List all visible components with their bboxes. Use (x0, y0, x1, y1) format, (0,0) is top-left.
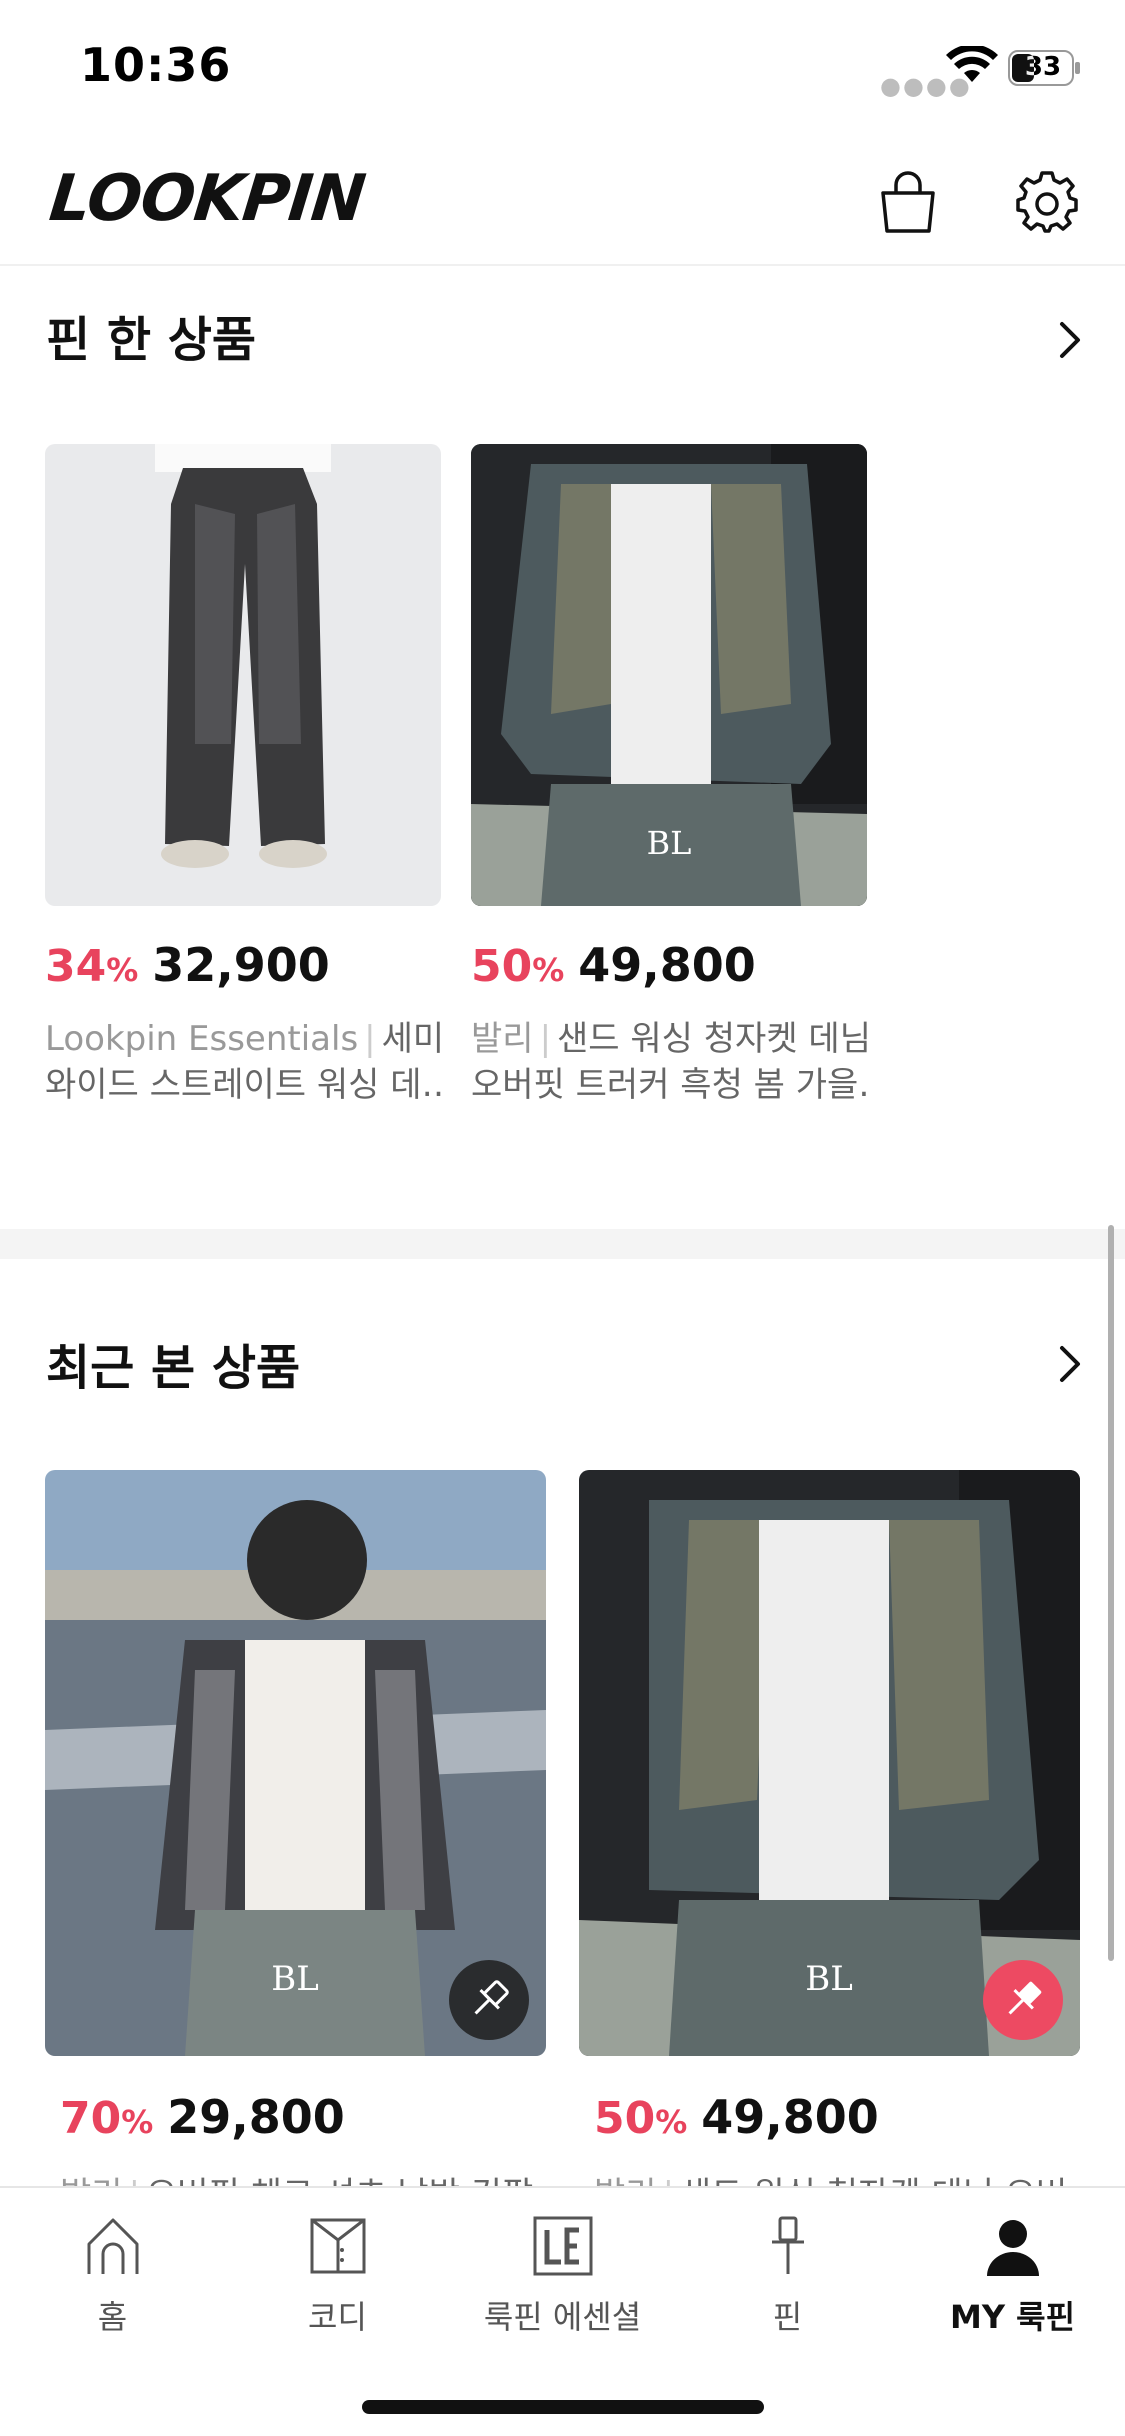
tab-codi[interactable]: 코디 (225, 2214, 450, 2354)
price: 49,800 (578, 938, 756, 992)
product-name: 오버핏 체크 셔츠 남방 긴팔 (146, 2175, 533, 2186)
product-image[interactable] (45, 444, 441, 906)
tab-lookpin-essentials[interactable]: 룩핀 에센셜 (450, 2214, 675, 2354)
price: 29,800 (167, 2090, 345, 2144)
tab-pin[interactable]: 핀 (675, 2214, 900, 2354)
chevron-right-icon[interactable] (1048, 318, 1092, 362)
discount-rate: 70 (60, 2093, 122, 2144)
brand-name: 발리 (471, 1019, 534, 1059)
section-divider (0, 1229, 1125, 1259)
discount-percent-sign: % (106, 951, 139, 989)
pin-toggle-button-active[interactable] (983, 1960, 1063, 2040)
pin-icon (1008, 1981, 1042, 2015)
profile-icon (986, 2220, 1039, 2276)
battery-level: 33 (1024, 52, 1062, 82)
le-logo-icon (533, 2216, 592, 2276)
cart-button[interactable] (868, 162, 948, 242)
product-card[interactable]: 34% 32,900 Lookpin Essentials | 세미 와이드 스트레이… (45, 444, 445, 1124)
tab-label: 홈 (97, 2298, 128, 2336)
scrollbar[interactable] (1108, 1225, 1114, 1961)
price: 49,800 (701, 2090, 879, 2144)
product-name: 샌드 워싱 청자켓 데님 오버 (680, 2175, 1067, 2186)
product-card[interactable]: BL 70% 29,800 발리|오버핏 체크 셔츠 남방 긴팔 (45, 1470, 546, 2186)
tab-home[interactable]: 홈 (0, 2214, 225, 2354)
product-name-line1: 세미 (381, 1019, 445, 1059)
home-icon (87, 2218, 138, 2274)
bottom-tab-bar: 홈 코디 룩핀 에센셜 핀 MY 룩핀 (0, 2186, 1125, 2436)
app-header: LOOKPIN (0, 140, 1125, 266)
wifi-icon (946, 46, 998, 82)
settings-button[interactable] (1007, 162, 1087, 242)
brand-name: 발리 (60, 2175, 123, 2186)
tab-my-lookpin[interactable]: MY 룩핀 (900, 2214, 1125, 2354)
product-description: 발리|샌드 워싱 청자켓 데님 오버 (594, 2172, 1074, 2186)
tab-label: 핀 (772, 2298, 803, 2336)
lookpin-logo[interactable]: LOOKPIN (46, 162, 368, 236)
discount-rate: 50 (594, 2093, 656, 2144)
discount-percent-sign: % (532, 951, 565, 989)
price-row: 50% 49,800 (471, 938, 756, 992)
product-description: 발리 | 샌드 워싱 청자켓 데님 오버핏 트러커 흑청 봄 가을… (471, 1016, 871, 1108)
pin-icon (771, 2216, 804, 2274)
battery-icon: 33 (1008, 50, 1082, 86)
product-card[interactable]: BL 50% 49,800 발리|샌드 워싱 청자켓 데님 오버 (579, 1470, 1080, 2186)
svg-text:BL: BL (805, 1959, 853, 1999)
discount-rate: 50 (471, 941, 533, 992)
pin-toggle-button[interactable] (449, 1960, 529, 2040)
product-description: Lookpin Essentials | 세미 와이드 스트레이트 워싱 데… (45, 1016, 445, 1108)
product-image[interactable]: BL (471, 444, 867, 906)
section-title-recent: 최근 본 상품 (46, 1340, 301, 1396)
product-name-line2: 오버핏 트러커 흑청 봄 가을… (471, 1065, 871, 1105)
svg-text:BL: BL (271, 1959, 319, 1999)
price-row: 50% 49,800 (594, 2090, 879, 2144)
price-row: 34% 32,900 (45, 938, 330, 992)
product-card[interactable]: BL 50% 49,800 발리 | 샌드 워싱 청자켓 데님 오버핏 트러커 흑청 … (471, 444, 871, 1124)
section-title-pinned: 핀 한 상품 (46, 312, 257, 368)
product-image[interactable]: BL (45, 1470, 546, 2056)
discount-percent-sign: % (121, 2103, 154, 2141)
product-image[interactable]: BL (579, 1470, 1080, 2056)
status-bar: 10:36 ●●●● 33 (0, 0, 1125, 140)
brand-name: 발리 (594, 2175, 657, 2186)
home-indicator (362, 2400, 764, 2414)
product-name-line1: 샌드 워싱 청자켓 데님 (557, 1019, 871, 1059)
shopping-bag-icon (881, 171, 935, 233)
price: 32,900 (152, 938, 330, 992)
product-description: 발리|오버핏 체크 셔츠 남방 긴팔 (60, 2172, 540, 2186)
tab-label: 코디 (308, 2298, 367, 2336)
discount-percent-sign: % (655, 2103, 688, 2141)
brand-name: Lookpin Essentials (45, 1019, 359, 1059)
pin-icon (474, 1980, 509, 2015)
status-time: 10:36 (80, 38, 232, 92)
discount-rate: 34 (45, 941, 107, 992)
product-name-line2: 와이드 스트레이트 워싱 데… (45, 1065, 445, 1105)
chevron-right-icon[interactable] (1048, 1342, 1092, 1386)
outfit-icon (310, 2218, 365, 2274)
tab-label: 룩핀 에센셜 (483, 2298, 642, 2336)
tab-label: MY 룩핀 (949, 2298, 1076, 2336)
svg-text:BL: BL (647, 824, 692, 862)
gear-icon (1016, 171, 1078, 233)
price-row: 70% 29,800 (60, 2090, 345, 2144)
